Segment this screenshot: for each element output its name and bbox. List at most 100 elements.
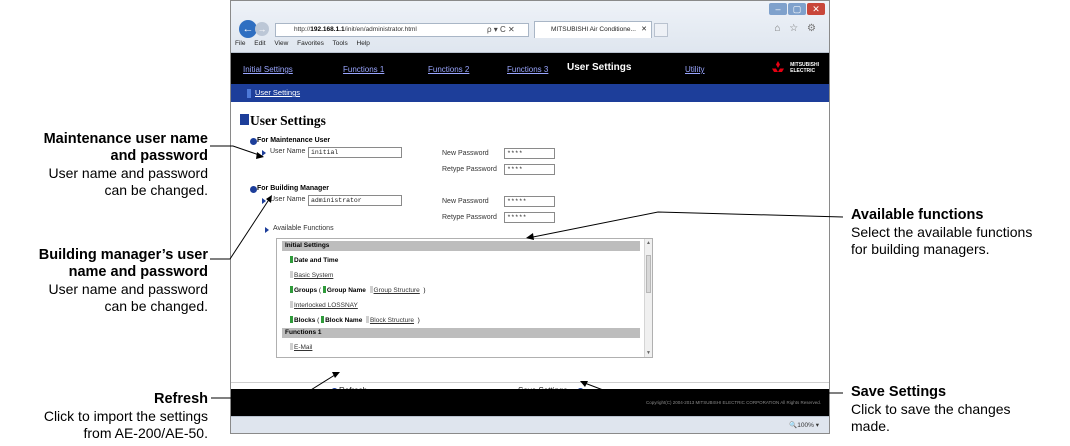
function-date-time[interactable]: Date and Time [290, 256, 338, 264]
function-groups[interactable]: Groups ( Group Name Group Structure ) [290, 286, 426, 294]
disabled-marker-icon [290, 343, 293, 350]
menu-help[interactable]: Help [357, 40, 370, 47]
callout-maintenance: Maintenance user name and password User … [0, 131, 208, 199]
building-manager-arrow-icon [262, 198, 266, 204]
maintenance-username-field[interactable]: initial [308, 147, 402, 158]
callout-refresh: Refresh Click to import the settings fro… [0, 391, 208, 442]
nav-initial-settings[interactable]: Initial Settings [243, 65, 293, 74]
callout-refresh-desc-1: Click to import the settings [43, 408, 208, 424]
nav-user-settings[interactable]: User Settings [567, 62, 631, 73]
close-icon[interactable]: ✕ [807, 3, 825, 15]
callout-refresh-desc-2: from AE-200/AE-50. [83, 425, 208, 441]
disabled-marker-icon [290, 301, 293, 308]
scroll-up-icon[interactable]: ▲ [646, 240, 651, 246]
maintenance-retype-field[interactable]: **** [504, 164, 555, 175]
callout-refresh-title: Refresh [154, 391, 208, 407]
building-manager-bullet-icon [250, 186, 257, 193]
window-controls: – ▢ ✕ [769, 3, 825, 15]
function-interlocked-lossnay[interactable]: Interlocked LOSSNAY [290, 301, 358, 309]
maximize-icon[interactable]: ▢ [788, 3, 806, 15]
address-host: 192.168.1.1 [310, 26, 345, 33]
callout-building-manager: Building manager’s user name and passwor… [0, 247, 208, 315]
page-footer: Copyright(C) 2004-2013 MITSUBISHI ELECTR… [231, 389, 829, 416]
browser-window: – ▢ ✕ ← → http://192.168.1.1/init/en/adm… [230, 0, 830, 434]
building-manager-retype-label: Retype Password [442, 214, 497, 221]
enabled-marker-icon [322, 286, 326, 293]
callout-maintenance-title-1: Maintenance user name [43, 131, 208, 147]
browser-tab[interactable]: MITSUBISHI Air Conditione... ✕ [534, 21, 652, 38]
title-square-icon [240, 114, 249, 125]
callout-maintenance-title-2: and password [110, 148, 209, 164]
enabled-marker-icon [290, 256, 293, 263]
minimize-icon[interactable]: – [769, 3, 787, 15]
app-nav-bar: Initial Settings Functions 1 Functions 2… [231, 53, 829, 84]
maintenance-username-label: User Name [270, 148, 306, 155]
menu-tools[interactable]: Tools [333, 40, 348, 47]
tab-close-icon[interactable]: ✕ [641, 22, 647, 38]
disabled-marker-icon [365, 316, 369, 323]
disabled-marker-icon [369, 286, 373, 293]
callout-available-title: Available functions [851, 207, 984, 223]
tab-title: MITSUBISHI Air Conditione... [551, 26, 636, 33]
sub-nav-bar: User Settings [231, 84, 829, 102]
maintenance-bullet-icon [250, 138, 257, 145]
available-functions-arrow-icon [265, 227, 269, 233]
available-functions-label: Available Functions [273, 225, 334, 232]
callout-save-desc-1: Click to save the changes [851, 401, 1011, 417]
functions-scrollbar[interactable]: ▲ ▼ [644, 239, 652, 357]
scroll-thumb[interactable] [646, 255, 651, 293]
scroll-down-icon[interactable]: ▼ [646, 350, 651, 356]
copyright-text: Copyright(C) 2004-2013 MITSUBISHI ELECTR… [646, 400, 821, 405]
browser-chrome: – ▢ ✕ ← → http://192.168.1.1/init/en/adm… [231, 1, 829, 53]
building-manager-new-password-label: New Password [442, 198, 489, 205]
callout-bm-desc-1: User name and password [48, 281, 208, 297]
mitsubishi-logo: MITSUBISHI ELECTRIC [769, 61, 819, 75]
page-content: User Settings For Maintenance User User … [231, 102, 829, 382]
address-bar-icons[interactable]: ρ ▾ C ✕ [487, 23, 515, 36]
maintenance-new-password-label: New Password [442, 150, 489, 157]
nav-utility[interactable]: Utility [685, 65, 705, 74]
three-diamonds-icon [772, 61, 785, 72]
disabled-marker-icon [290, 271, 293, 278]
browser-status-bar: 🔍100% ▾ [231, 416, 829, 433]
enabled-marker-icon [321, 316, 325, 323]
menu-edit[interactable]: Edit [254, 40, 265, 47]
building-manager-username-label: User Name [270, 196, 306, 203]
page-title: User Settings [250, 113, 326, 128]
callout-save-settings: Save Settings Click to save the changes … [851, 384, 1069, 435]
functions-header-initial: Initial Settings [282, 241, 640, 251]
building-manager-username-field[interactable]: administrator [308, 195, 402, 206]
callout-bm-desc-2: can be changed. [104, 298, 208, 314]
callout-available-desc-1: Select the available functions [851, 224, 1033, 240]
building-manager-retype-field[interactable]: ***** [504, 212, 555, 223]
menu-view[interactable]: View [274, 40, 288, 47]
maintenance-heading: For Maintenance User [257, 137, 331, 144]
menu-file[interactable]: File [235, 40, 245, 47]
maintenance-retype-label: Retype Password [442, 166, 497, 173]
functions-header-functions-1: Functions 1 [282, 328, 640, 338]
callout-maintenance-desc-1: User name and password [48, 165, 208, 181]
nav-functions-2[interactable]: Functions 2 [428, 65, 469, 74]
building-manager-new-password-field[interactable]: ***** [504, 196, 555, 207]
maintenance-arrow-icon [262, 150, 266, 156]
new-tab-button[interactable] [654, 23, 668, 37]
home-favorites-settings-icons[interactable]: ⌂ ☆ ⚙ [774, 23, 819, 34]
callout-bm-title-1: Building manager’s user [38, 247, 208, 263]
maintenance-new-password-field[interactable]: **** [504, 148, 555, 159]
enabled-marker-icon [290, 316, 293, 323]
enabled-marker-icon [290, 286, 293, 293]
subnav-marker [247, 89, 251, 98]
menu-favorites[interactable]: Favorites [297, 40, 324, 47]
function-blocks[interactable]: Blocks ( Block Name Block Structure ) [290, 316, 420, 324]
function-basic-system[interactable]: Basic System [290, 271, 333, 279]
callout-save-title: Save Settings [851, 384, 947, 400]
function-email[interactable]: E-Mail [290, 343, 312, 351]
subnav-user-settings[interactable]: User Settings [255, 88, 300, 97]
nav-functions-3[interactable]: Functions 3 [507, 65, 548, 74]
forward-arrow-icon[interactable]: → [255, 22, 269, 36]
menu-bar: File Edit View Favorites Tools Help [235, 40, 377, 47]
nav-functions-1[interactable]: Functions 1 [343, 65, 384, 74]
callout-save-desc-2: made. [851, 418, 890, 434]
zoom-control[interactable]: 🔍100% ▾ [789, 421, 819, 429]
available-functions-list[interactable]: Initial Settings Date and Time Basic Sys… [276, 238, 653, 358]
